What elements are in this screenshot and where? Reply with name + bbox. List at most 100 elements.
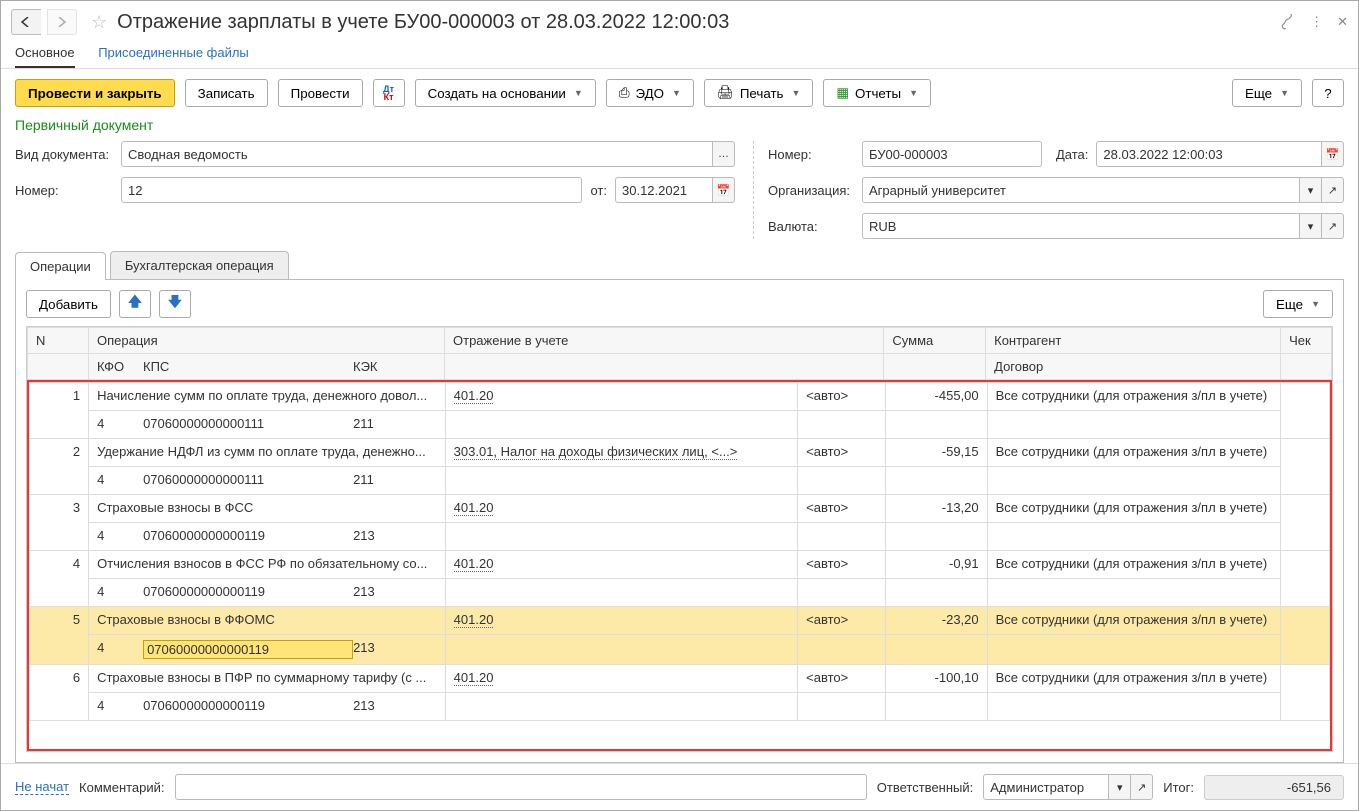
edo-button[interactable]: ⎙ ЭДО▼: [606, 79, 694, 107]
cell-sum: -59,15: [885, 439, 987, 467]
cell-contractor: Все сотрудники (для отражения з/пл в уче…: [987, 665, 1280, 693]
responsible-open-button[interactable]: ↗: [1131, 774, 1153, 800]
cell-cheque: [1281, 439, 1330, 495]
cell-kfo-kps-kek: 4 07060000000000119 213: [89, 579, 446, 607]
link-icon[interactable]: [1280, 14, 1296, 30]
col-kps[interactable]: КПС: [143, 359, 353, 374]
col-kek[interactable]: КЭК: [353, 359, 378, 374]
org-dropdown-button[interactable]: ▾: [1300, 177, 1322, 203]
responsible-input[interactable]: Администратор: [983, 774, 1109, 800]
table-row-sub[interactable]: 4 07060000000000119 213: [30, 635, 1330, 665]
move-down-button[interactable]: 🡇: [159, 290, 191, 318]
cell-reflection: 401.20: [445, 607, 798, 635]
nav-back-button[interactable]: [11, 9, 41, 35]
table-row-sub[interactable]: 4 07060000000000111 211: [30, 467, 1330, 495]
cell-reflection: 401.20: [445, 495, 798, 523]
cell-operation: Удержание НДФЛ из сумм по оплате труда, …: [89, 439, 446, 467]
table-row[interactable]: 3 Страховые взносы в ФСС 401.20 <авто> -…: [30, 495, 1330, 523]
org-input[interactable]: Аграрный университет: [862, 177, 1300, 203]
close-icon[interactable]: ✕: [1337, 14, 1348, 30]
currency-dropdown-button[interactable]: ▾: [1300, 213, 1322, 239]
reports-button[interactable]: ▦ Отчеты▼: [823, 79, 931, 107]
col-reflection[interactable]: Отражение в учете: [445, 328, 884, 354]
date-input[interactable]: 28.03.2022 12:00:03: [1096, 141, 1322, 167]
num-input[interactable]: БУ00-000003: [862, 141, 1042, 167]
kps-edit-cell[interactable]: 07060000000000119: [143, 640, 353, 659]
col-cheque[interactable]: Чек: [1281, 328, 1332, 354]
save-button[interactable]: Записать: [185, 79, 268, 107]
col-n[interactable]: N: [28, 328, 89, 354]
cell-contractor: Все сотрудники (для отражения з/пл в уче…: [987, 607, 1280, 635]
comment-input[interactable]: [175, 774, 867, 800]
cell-reflection: 303.01, Налог на доходы физических лиц, …: [445, 439, 798, 467]
doc-type-input[interactable]: Сводная ведомость: [121, 141, 713, 167]
num-label: Номер:: [768, 147, 854, 162]
status-link[interactable]: Не начат: [15, 779, 69, 795]
col-contract[interactable]: Договор: [986, 354, 1281, 380]
col-contractor[interactable]: Контрагент: [986, 328, 1281, 354]
debit-credit-button[interactable]: ДтКт: [373, 79, 405, 107]
tab-accounting[interactable]: Бухгалтерская операция: [110, 251, 289, 279]
cell-n: 5: [30, 607, 89, 665]
nav-tab-main[interactable]: Основное: [15, 45, 75, 68]
ops-more-button[interactable]: Еще▼: [1263, 290, 1333, 318]
src-num-input[interactable]: 12: [121, 177, 582, 203]
cell-operation: Страховые взносы в ФСС: [89, 495, 446, 523]
src-num-label: Номер:: [15, 183, 113, 198]
more-button[interactable]: Еще▼: [1232, 79, 1302, 107]
table-row[interactable]: 2 Удержание НДФЛ из сумм по оплате труда…: [30, 439, 1330, 467]
table-row[interactable]: 6 Страховые взносы в ПФР по суммарному т…: [30, 665, 1330, 693]
from-date-picker-button[interactable]: 📅: [713, 177, 735, 203]
cell-auto: <авто>: [798, 551, 886, 579]
date-picker-button[interactable]: 📅: [1322, 141, 1344, 167]
currency-label: Валюта:: [768, 219, 854, 234]
cell-sum: -455,00: [885, 383, 987, 411]
section-title: Первичный документ: [1, 117, 1358, 137]
cell-cheque: [1281, 383, 1330, 439]
favorite-icon[interactable]: ☆: [91, 12, 107, 33]
cell-n: 4: [30, 551, 89, 607]
table-row-sub[interactable]: 4 07060000000000119 213: [30, 579, 1330, 607]
cell-contractor: Все сотрудники (для отражения з/пл в уче…: [987, 495, 1280, 523]
currency-open-button[interactable]: ↗: [1322, 213, 1344, 239]
tab-operations[interactable]: Операции: [15, 252, 106, 280]
cell-kfo-kps-kek: 4 07060000000000119 213: [89, 635, 446, 665]
add-row-button[interactable]: Добавить: [26, 290, 111, 318]
edo-icon: ⎙: [619, 85, 630, 101]
table-row[interactable]: 1 Начисление сумм по оплате труда, денеж…: [30, 383, 1330, 411]
kebab-menu-icon[interactable]: ⋮: [1310, 14, 1323, 30]
nav-forward-button[interactable]: [47, 9, 77, 35]
org-open-button[interactable]: ↗: [1322, 177, 1344, 203]
table-row-sub[interactable]: 4 07060000000000119 213: [30, 523, 1330, 551]
table-row-sub[interactable]: 4 07060000000000111 211: [30, 411, 1330, 439]
table-row-sub[interactable]: 4 07060000000000119 213: [30, 693, 1330, 721]
print-button[interactable]: 🖨 Печать▼: [704, 79, 814, 107]
cell-cheque: [1281, 607, 1330, 665]
calendar-icon: 📅: [717, 184, 731, 197]
help-button[interactable]: ?: [1312, 79, 1344, 107]
post-and-close-button[interactable]: Провести и закрыть: [15, 79, 175, 107]
cell-sum: -100,10: [885, 665, 987, 693]
nav-tab-attachments[interactable]: Присоединенные файлы: [98, 45, 249, 60]
col-sum[interactable]: Сумма: [884, 328, 986, 354]
responsible-label: Ответственный:: [877, 780, 973, 795]
col-kfo[interactable]: КФО: [97, 359, 143, 374]
col-operation[interactable]: Операция: [89, 328, 445, 354]
cell-sum: -13,20: [885, 495, 987, 523]
from-date-input[interactable]: 30.12.2021: [615, 177, 713, 203]
doc-type-select-button[interactable]: …: [713, 141, 735, 167]
cell-sum: -23,20: [885, 607, 987, 635]
table-row[interactable]: 4 Отчисления взносов в ФСС РФ по обязате…: [30, 551, 1330, 579]
post-button[interactable]: Провести: [278, 79, 363, 107]
total-value: -651,56: [1204, 775, 1344, 800]
cell-auto: <авто>: [798, 439, 886, 467]
table-row[interactable]: 5 Страховые взносы в ФФОМС 401.20 <авто>…: [30, 607, 1330, 635]
currency-input[interactable]: RUB: [862, 213, 1300, 239]
cell-sum: -0,91: [885, 551, 987, 579]
cell-kfo-kps-kek: 4 07060000000000111 211: [89, 411, 446, 439]
page-title: Отражение зарплаты в учете БУ00-000003 о…: [117, 11, 1274, 34]
cell-contractor: Все сотрудники (для отражения з/пл в уче…: [987, 439, 1280, 467]
move-up-button[interactable]: 🡅: [119, 290, 151, 318]
responsible-dropdown-button[interactable]: ▾: [1109, 774, 1131, 800]
create-based-button[interactable]: Создать на основании▼: [415, 79, 596, 107]
